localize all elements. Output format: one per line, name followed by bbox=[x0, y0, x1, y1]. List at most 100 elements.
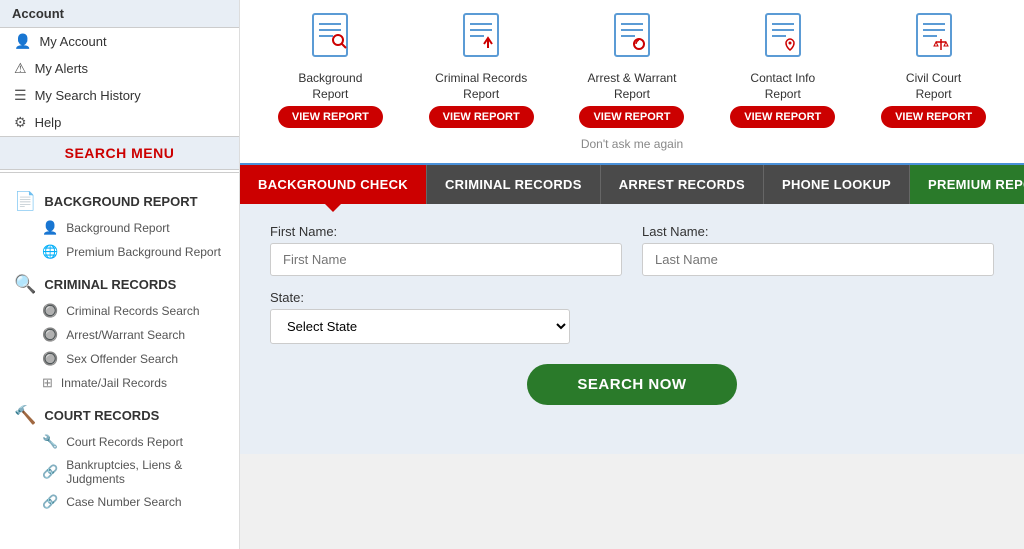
sidebar-section-criminal: 🔍 CRIMINAL RECORDS bbox=[0, 264, 239, 299]
history-icon: ☰ bbox=[14, 87, 27, 104]
view-report-arrest-btn[interactable]: VIEW REPORT bbox=[579, 106, 684, 128]
dot-icon-3: 🔘 bbox=[42, 351, 58, 367]
tab-arrest-records-label: ARREST RECORDS bbox=[619, 177, 745, 192]
sidebar-link-premium-background[interactable]: 🌐 Premium Background Report bbox=[0, 240, 239, 264]
my-account-label: My Account bbox=[39, 34, 106, 49]
dot-icon-2: 🔘 bbox=[42, 327, 58, 343]
state-group: State: Select State Alabama Alaska Arizo… bbox=[270, 290, 994, 344]
arrest-report-icon bbox=[607, 10, 657, 67]
court-section-label: COURT RECORDS bbox=[44, 408, 159, 423]
tab-background-check-label: BACKGROUND CHECK bbox=[258, 177, 408, 192]
criminal-section-label: CRIMINAL RECORDS bbox=[44, 277, 176, 292]
my-alerts-label: My Alerts bbox=[35, 61, 88, 76]
dot-icon-1: 🔘 bbox=[42, 303, 58, 319]
sidebar-my-account[interactable]: 👤 My Account bbox=[0, 28, 239, 55]
help-icon: ⚙ bbox=[14, 114, 27, 131]
grid-icon: ⊞ bbox=[42, 375, 53, 391]
view-report-criminal-btn[interactable]: VIEW REPORT bbox=[429, 106, 534, 128]
person-link-icon: 👤 bbox=[42, 220, 58, 236]
criminal-search-label: Criminal Records Search bbox=[66, 304, 199, 318]
background-section-icon: 📄 bbox=[14, 191, 36, 212]
tabs-bar: BACKGROUND CHECK CRIMINAL RECORDS ARREST… bbox=[240, 165, 1024, 204]
report-cards-section: BackgroundReport VIEW REPORT Criminal Re… bbox=[240, 0, 1024, 165]
inmate-label: Inmate/Jail Records bbox=[61, 376, 167, 390]
background-section-label: BACKGROUND REPORT bbox=[44, 194, 197, 209]
link-icon-2: 🔗 bbox=[42, 494, 58, 510]
report-card-arrest: Arrest & WarrantReport VIEW REPORT bbox=[572, 10, 692, 128]
sidebar-section-court: 🔨 COURT RECORDS bbox=[0, 395, 239, 430]
arrest-warrant-label: Arrest/Warrant Search bbox=[66, 328, 185, 342]
tab-premium-report-label: PREMIUM REPORT bbox=[928, 177, 1024, 192]
sidebar-link-background-report[interactable]: 👤 Background Report bbox=[0, 216, 239, 240]
help-label: Help bbox=[35, 115, 62, 130]
search-now-button[interactable]: SEARCH NOW bbox=[527, 364, 736, 405]
tab-background-check[interactable]: BACKGROUND CHECK bbox=[240, 165, 427, 204]
case-number-label: Case Number Search bbox=[66, 495, 181, 509]
name-fields-row: First Name: Last Name: bbox=[270, 224, 994, 276]
civil-report-icon bbox=[909, 10, 959, 67]
first-name-label: First Name: bbox=[270, 224, 622, 239]
view-report-background-btn[interactable]: VIEW REPORT bbox=[278, 106, 383, 128]
report-card-civil: Civil CourtReport VIEW REPORT bbox=[874, 10, 994, 128]
search-history-label: My Search History bbox=[35, 88, 141, 103]
arrest-report-label: Arrest & WarrantReport bbox=[588, 71, 677, 102]
sidebar-link-criminal-search[interactable]: 🔘 Criminal Records Search bbox=[0, 299, 239, 323]
contact-report-icon bbox=[758, 10, 808, 67]
sidebar-link-arrest-warrant[interactable]: 🔘 Arrest/Warrant Search bbox=[0, 323, 239, 347]
tab-premium-report[interactable]: PREMIUM REPORT bbox=[910, 165, 1024, 204]
background-report-icon bbox=[305, 10, 355, 67]
sidebar: Account 👤 My Account ⚠ My Alerts ☰ My Se… bbox=[0, 0, 240, 549]
background-report-link-label: Background Report bbox=[66, 221, 169, 235]
tab-criminal-records[interactable]: CRIMINAL RECORDS bbox=[427, 165, 601, 204]
search-menu-header: SEARCH MENU bbox=[0, 136, 239, 170]
sex-offender-label: Sex Offender Search bbox=[66, 352, 178, 366]
sidebar-search-history[interactable]: ☰ My Search History bbox=[0, 82, 239, 109]
main-content: BackgroundReport VIEW REPORT Criminal Re… bbox=[240, 0, 1024, 549]
wrench-icon: 🔧 bbox=[42, 434, 58, 450]
alert-icon: ⚠ bbox=[14, 60, 27, 77]
sidebar-link-case-number[interactable]: 🔗 Case Number Search bbox=[0, 490, 239, 514]
sidebar-help[interactable]: ⚙ Help bbox=[0, 109, 239, 136]
sidebar-link-court-report[interactable]: 🔧 Court Records Report bbox=[0, 430, 239, 454]
person-icon: 👤 bbox=[14, 33, 31, 50]
view-report-civil-btn[interactable]: VIEW REPORT bbox=[881, 106, 986, 128]
sidebar-link-sex-offender[interactable]: 🔘 Sex Offender Search bbox=[0, 347, 239, 371]
premium-background-link-label: Premium Background Report bbox=[66, 245, 221, 259]
account-label: Account bbox=[12, 6, 64, 21]
link-icon-1: 🔗 bbox=[42, 464, 58, 480]
dont-ask-link[interactable]: Don't ask me again bbox=[581, 137, 683, 151]
tab-phone-lookup-label: PHONE LOOKUP bbox=[782, 177, 891, 192]
sidebar-section-background: 📄 BACKGROUND REPORT bbox=[0, 181, 239, 216]
last-name-input[interactable] bbox=[642, 243, 994, 276]
globe-link-icon: 🌐 bbox=[42, 244, 58, 260]
state-label: State: bbox=[270, 290, 994, 305]
sidebar-top: Account bbox=[0, 0, 239, 28]
report-card-background: BackgroundReport VIEW REPORT bbox=[270, 10, 390, 128]
first-name-group: First Name: bbox=[270, 224, 622, 276]
civil-report-label: Civil CourtReport bbox=[906, 71, 961, 102]
view-report-contact-btn[interactable]: VIEW REPORT bbox=[730, 106, 835, 128]
top-menu-list: 👤 My Account ⚠ My Alerts ☰ My Search His… bbox=[0, 28, 239, 136]
court-report-label: Court Records Report bbox=[66, 435, 183, 449]
report-cards-row: BackgroundReport VIEW REPORT Criminal Re… bbox=[260, 10, 1004, 128]
search-form-section: First Name: Last Name: State: Select Sta… bbox=[240, 204, 1024, 454]
last-name-group: Last Name: bbox=[642, 224, 994, 276]
tab-phone-lookup[interactable]: PHONE LOOKUP bbox=[764, 165, 910, 204]
tab-arrest-records[interactable]: ARREST RECORDS bbox=[601, 165, 764, 204]
state-row: State: Select State Alabama Alaska Arizo… bbox=[270, 290, 994, 344]
last-name-label: Last Name: bbox=[642, 224, 994, 239]
report-card-criminal: Criminal RecordsReport VIEW REPORT bbox=[421, 10, 541, 128]
background-report-label: BackgroundReport bbox=[298, 71, 362, 102]
state-select[interactable]: Select State Alabama Alaska Arizona Cali… bbox=[270, 309, 570, 344]
first-name-input[interactable] bbox=[270, 243, 622, 276]
court-section-icon: 🔨 bbox=[14, 405, 36, 426]
criminal-report-icon bbox=[456, 10, 506, 67]
criminal-report-label: Criminal RecordsReport bbox=[435, 71, 527, 102]
sidebar-link-bankruptcies[interactable]: 🔗 Bankruptcies, Liens & Judgments bbox=[0, 454, 239, 490]
sidebar-my-alerts[interactable]: ⚠ My Alerts bbox=[0, 55, 239, 82]
tab-criminal-records-label: CRIMINAL RECORDS bbox=[445, 177, 582, 192]
criminal-section-icon: 🔍 bbox=[14, 274, 36, 295]
sidebar-link-inmate[interactable]: ⊞ Inmate/Jail Records bbox=[0, 371, 239, 395]
contact-report-label: Contact InfoReport bbox=[750, 71, 815, 102]
report-card-contact: Contact InfoReport VIEW REPORT bbox=[723, 10, 843, 128]
